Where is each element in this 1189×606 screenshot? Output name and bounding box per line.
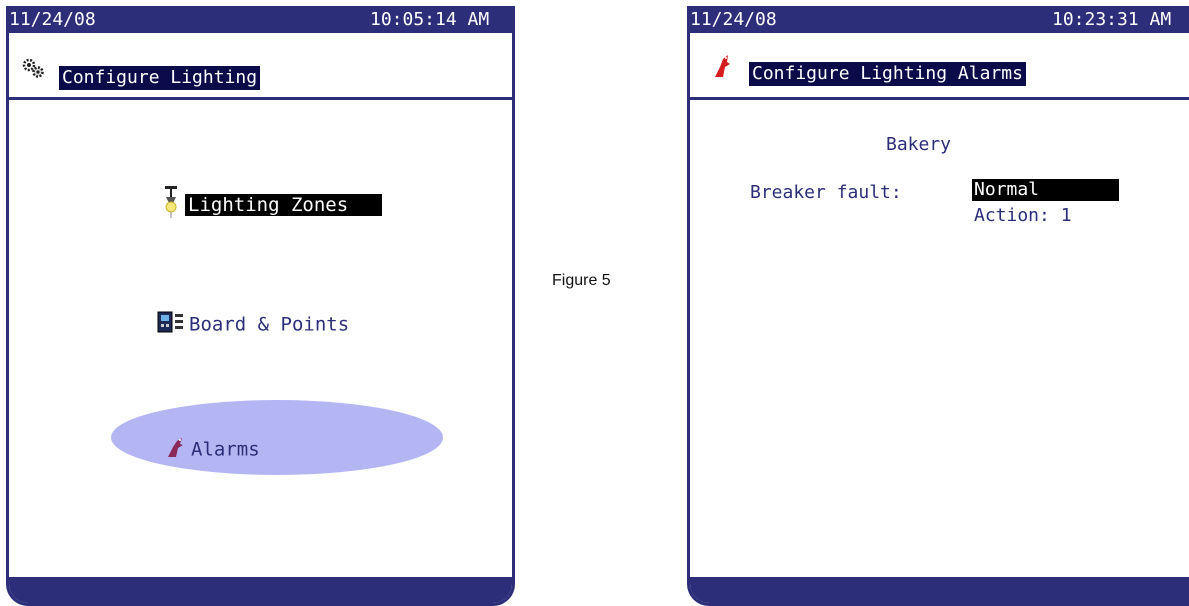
footer-bar (690, 577, 1189, 603)
menu-item-alarms[interactable]: Alarms (165, 435, 260, 465)
alarms-highlight (111, 400, 443, 475)
board-icon (157, 310, 189, 340)
menu-item-label: Alarms (191, 438, 260, 461)
gears-icon (21, 57, 45, 83)
menu-item-label: Board & Points (189, 313, 350, 336)
status-bar: 11/24/08 10:23:31 AM (690, 6, 1189, 33)
menu-item-board-points[interactable]: Board & Points (157, 310, 349, 340)
breaker-fault-value[interactable]: Normal (972, 179, 1119, 201)
bird-alarm-icon (712, 53, 732, 83)
status-date: 11/24/08 (9, 9, 96, 30)
bird-alarm-icon (165, 435, 191, 465)
status-bar: 11/24/08 10:05:14 AM (9, 6, 512, 33)
breaker-fault-label: Breaker fault: (750, 182, 902, 203)
menu-item-lighting-zones[interactable]: Lighting Zones (163, 185, 383, 225)
page-title: Configure Lighting Alarms (749, 62, 1026, 86)
lamp-icon (163, 185, 185, 225)
page-title: Configure Lighting (59, 66, 261, 90)
status-time: 10:05:14 AM (370, 9, 490, 30)
lighting-alarms-screen: 11/24/08 10:23:31 AM Configure Lighting … (687, 6, 1189, 606)
breaker-fault-action: Action: 1 (974, 205, 1072, 226)
zone-name: Bakery (886, 134, 952, 155)
footer-bar (9, 577, 512, 603)
status-date: 11/24/08 (690, 9, 777, 30)
figure-caption: Figure 5 (552, 272, 611, 289)
menu-item-label: Lighting Zones (185, 193, 383, 216)
status-time: 10:23:31 AM (1052, 9, 1172, 30)
title-bar: Configure Lighting Alarms (690, 33, 1189, 100)
title-bar: Configure Lighting (9, 33, 512, 100)
lighting-config-screen: 11/24/08 10:05:14 AM Configure Lighting … (6, 6, 515, 606)
